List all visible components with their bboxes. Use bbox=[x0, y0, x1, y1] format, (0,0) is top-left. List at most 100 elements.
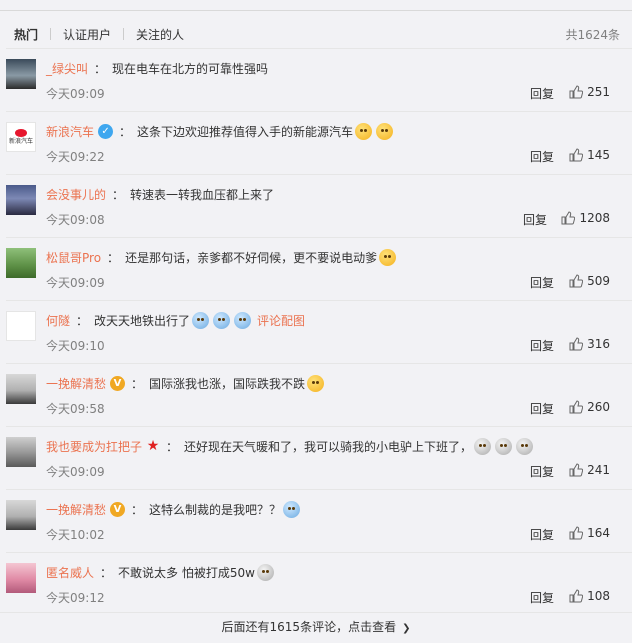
sina-eye-logo-icon bbox=[15, 129, 27, 137]
like-button[interactable]: 316 bbox=[569, 337, 610, 351]
like-button[interactable]: 251 bbox=[569, 85, 610, 99]
crying-laugh-emoji-icon bbox=[234, 312, 252, 329]
reply-button[interactable]: 回复 bbox=[530, 148, 554, 165]
reply-button[interactable]: 回复 bbox=[530, 463, 554, 480]
comment-text: 转速表一转我血压都上来了 bbox=[130, 188, 275, 202]
avatar[interactable] bbox=[6, 311, 36, 341]
crying-laugh-emoji-icon bbox=[283, 501, 301, 518]
doge-emoji-icon bbox=[307, 375, 325, 392]
tab-following[interactable]: 关注的人 bbox=[136, 26, 184, 43]
verified-gold-icon: V bbox=[110, 502, 126, 517]
comment-item: 一挽解清愁 V ： 这特么制裁的是我吧？？ 今天10:02 回复 164 bbox=[6, 489, 632, 552]
comment-image-link[interactable]: 评论配图 bbox=[257, 312, 305, 329]
reply-button[interactable]: 回复 bbox=[530, 85, 554, 102]
like-button[interactable]: 145 bbox=[569, 148, 610, 162]
like-count: 164 bbox=[587, 526, 610, 540]
crying-laugh-emoji-icon bbox=[192, 312, 210, 329]
tab-divider bbox=[50, 28, 52, 40]
colon: ： bbox=[76, 314, 89, 328]
load-more-comments-button[interactable]: 后面还有1615条评论，点击查看 ❯ bbox=[0, 612, 632, 643]
reply-button[interactable]: 回复 bbox=[523, 211, 547, 228]
tab-hot[interactable]: 热门 bbox=[14, 26, 38, 43]
avatar-logo-text: 新浪汽车 bbox=[8, 138, 33, 145]
avatar[interactable] bbox=[6, 59, 36, 89]
comment-list: _绿尖叫 ： 现在电车在北方的可靠性强吗 今天09:09 回复 251 新浪汽车… bbox=[6, 48, 632, 615]
comment-time: 今天09:08 bbox=[46, 213, 105, 227]
comment-item: 会没事儿的 ： 转速表一转我血压都上来了 今天09:08 回复 1208 bbox=[6, 174, 632, 237]
colon: ： bbox=[131, 377, 144, 391]
like-count: 1208 bbox=[579, 211, 610, 225]
reply-button[interactable]: 回复 bbox=[530, 400, 554, 417]
comment-time: 今天09:09 bbox=[46, 276, 105, 290]
avatar[interactable] bbox=[6, 185, 36, 215]
username[interactable]: 一挽解清愁 bbox=[46, 501, 106, 518]
comment-time: 今天10:02 bbox=[46, 528, 105, 542]
comment-text: 现在电车在北方的可靠性强吗 bbox=[112, 62, 269, 76]
username[interactable]: 会没事儿的 bbox=[46, 186, 106, 203]
reply-button[interactable]: 回复 bbox=[530, 337, 554, 354]
load-more-label: 后面还有1615条评论，点击查看 bbox=[221, 620, 397, 634]
thumbs-up-icon bbox=[569, 85, 584, 99]
clap-emoji-icon bbox=[376, 123, 394, 140]
chevron-right-icon: ❯ bbox=[402, 623, 411, 634]
comment-text: 改天天地铁出行了 bbox=[94, 314, 191, 328]
comment-time: 今天09:09 bbox=[46, 87, 105, 101]
colon: ： bbox=[100, 566, 113, 580]
like-button[interactable]: 1208 bbox=[561, 211, 610, 225]
reply-button[interactable]: 回复 bbox=[530, 526, 554, 543]
comment-item: 匿名威人 ： 不敢说太多 怕被打成50w 今天09:12 回复 108 bbox=[6, 552, 632, 615]
like-count: 509 bbox=[587, 274, 610, 288]
like-button[interactable]: 164 bbox=[569, 526, 610, 540]
avatar[interactable]: 新浪汽车 bbox=[6, 122, 36, 152]
avatar[interactable] bbox=[6, 437, 36, 467]
comment-time: 今天09:12 bbox=[46, 591, 105, 605]
like-count: 260 bbox=[587, 400, 610, 414]
avatar[interactable] bbox=[6, 563, 36, 593]
comment-text: 还是那句话，亲爹都不好伺候，更不要说电动爹 bbox=[125, 251, 378, 265]
like-button[interactable]: 108 bbox=[569, 589, 610, 603]
username[interactable]: 一挽解清愁 bbox=[46, 375, 106, 392]
comment-time: 今天09:22 bbox=[46, 150, 105, 164]
username[interactable]: 松鼠哥Pro bbox=[46, 249, 101, 266]
username[interactable]: _绿尖叫 bbox=[46, 60, 88, 77]
reply-button[interactable]: 回复 bbox=[530, 274, 554, 291]
like-count: 145 bbox=[587, 148, 610, 162]
comment-item: 松鼠哥Pro ： 还是那句话，亲爹都不好伺候，更不要说电动爹 今天09:09 回… bbox=[6, 237, 632, 300]
avatar[interactable] bbox=[6, 374, 36, 404]
laugh-emoji-icon bbox=[379, 249, 397, 266]
top-divider bbox=[0, 10, 632, 11]
tab-divider bbox=[123, 28, 125, 40]
star-icon: ★ bbox=[146, 438, 160, 454]
comment-text: 不敢说太多 怕被打成50w bbox=[118, 566, 255, 580]
comment-text: 这条下边欢迎推荐值得入手的新能源汽车 bbox=[137, 125, 354, 139]
comment-total-count: 共1624条 bbox=[565, 28, 620, 42]
comment-item: 我也要成为扛把子 ★ ： 还好现在天气暖和了，我可以骑我的小电驴上下班了， 今天… bbox=[6, 426, 632, 489]
comment-time: 今天09:10 bbox=[46, 339, 105, 353]
colon: ： bbox=[107, 251, 120, 265]
like-button[interactable]: 260 bbox=[569, 400, 610, 414]
reply-button[interactable]: 回复 bbox=[530, 589, 554, 606]
thumbs-up-icon bbox=[569, 337, 584, 351]
comment-filter-tabs: 热门 认证用户 关注的人 bbox=[14, 26, 184, 42]
like-count: 316 bbox=[587, 337, 610, 351]
username[interactable]: 何隧 bbox=[46, 312, 70, 329]
like-button[interactable]: 241 bbox=[569, 463, 610, 477]
verified-blue-icon: ✓ bbox=[98, 124, 114, 139]
avatar[interactable] bbox=[6, 500, 36, 530]
like-count: 251 bbox=[587, 85, 610, 99]
scared-emoji-icon bbox=[474, 438, 492, 455]
thumbs-up-icon bbox=[569, 526, 584, 540]
colon: ： bbox=[166, 440, 179, 454]
username[interactable]: 新浪汽车 bbox=[46, 123, 94, 140]
comment-text: 这特么制裁的是我吧？？ bbox=[149, 503, 282, 517]
colon: ： bbox=[131, 503, 144, 517]
username[interactable]: 匿名威人 bbox=[46, 564, 94, 581]
comment-time: 今天09:58 bbox=[46, 402, 105, 416]
like-button[interactable]: 509 bbox=[569, 274, 610, 288]
comment-text: 还好现在天气暖和了，我可以骑我的小电驴上下班了， bbox=[184, 440, 473, 454]
colon: ： bbox=[119, 125, 132, 139]
thumbs-up-icon bbox=[569, 463, 584, 477]
avatar[interactable] bbox=[6, 248, 36, 278]
username[interactable]: 我也要成为扛把子 bbox=[46, 438, 142, 455]
tab-verified[interactable]: 认证用户 bbox=[63, 26, 111, 43]
